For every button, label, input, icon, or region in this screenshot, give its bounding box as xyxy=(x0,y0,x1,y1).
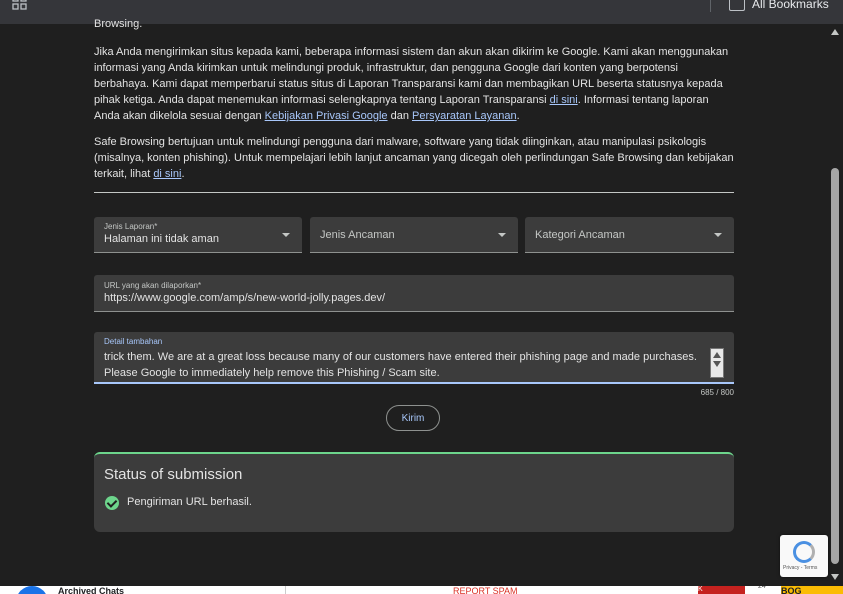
recaptcha-logo-icon xyxy=(793,541,815,563)
recaptcha-badge[interactable]: Privacy - Terms xyxy=(780,535,828,577)
check-circle-icon xyxy=(105,496,119,510)
url-input[interactable]: URL yang akan dilaporkan* https://www.go… xyxy=(94,275,734,312)
report-type-value: Halaman ini tidak aman xyxy=(104,233,219,245)
intro-cut-text: Browsing. xyxy=(94,18,143,30)
scroll-up-arrow-icon[interactable] xyxy=(831,29,839,35)
submit-button[interactable]: Kirim xyxy=(386,405,440,431)
report-page: Browsing. Jika Anda mengirimkan situs ke… xyxy=(0,18,843,586)
apps-grid-icon[interactable] xyxy=(12,0,28,12)
status-title: Status of submission xyxy=(104,466,243,483)
arrow-down-icon[interactable] xyxy=(713,361,721,367)
scroll-down-arrow-icon[interactable] xyxy=(831,574,839,580)
details-label: Detail tambahan xyxy=(104,337,163,346)
submission-status-card: Status of submission Pengiriman URL berh… xyxy=(94,452,734,532)
recaptcha-links[interactable]: Privacy - Terms xyxy=(783,565,817,571)
avatar xyxy=(16,586,48,594)
terms-of-service-link[interactable]: Persyaratan Layanan xyxy=(412,110,517,122)
privacy-paragraph: Jika Anda mengirimkan situs kepada kami,… xyxy=(94,46,729,122)
background-page-strip: Archived Chats REPORT SPAM K 24 BOG xyxy=(0,586,843,594)
red-badge: K xyxy=(698,586,745,594)
section-divider xyxy=(94,192,734,193)
transparency-report-link[interactable]: di sini xyxy=(550,94,578,106)
details-value: trick them. We are at a great loss becau… xyxy=(104,351,697,379)
divider xyxy=(285,586,286,594)
threat-type-placeholder: Jenis Ancaman xyxy=(320,229,395,241)
learn-more-link[interactable]: di sini xyxy=(153,168,181,180)
status-message: Pengiriman URL berhasil. xyxy=(127,496,252,508)
threat-category-placeholder: Kategori Ancaman xyxy=(535,229,625,241)
threat-category-select[interactable]: Kategori Ancaman xyxy=(525,217,734,253)
background-title: Archived Chats xyxy=(58,586,125,594)
toolbar-divider xyxy=(710,0,711,12)
character-counter: 685 / 800 xyxy=(700,388,734,397)
privacy-policy-link[interactable]: Kebijakan Privasi Google xyxy=(265,110,388,122)
report-type-label: Jenis Laporan* xyxy=(104,222,158,231)
dropdown-arrow-icon xyxy=(714,233,722,237)
report-spam-link[interactable]: REPORT SPAM xyxy=(453,586,518,594)
arrow-up-icon[interactable] xyxy=(713,352,721,358)
badge-number: 24 xyxy=(758,586,766,590)
dropdown-arrow-icon xyxy=(498,233,506,237)
url-label: URL yang akan dilaporkan* xyxy=(104,281,202,290)
textarea-scroll-spinner[interactable] xyxy=(710,348,724,378)
details-textarea[interactable]: Detail tambahan trick them. We are at a … xyxy=(94,332,734,384)
page-scrollbar[interactable] xyxy=(829,24,841,586)
report-type-select[interactable]: Jenis Laporan* Halaman ini tidak aman xyxy=(94,217,302,253)
safe-browsing-paragraph: Safe Browsing bertujuan untuk melindungi… xyxy=(94,136,734,180)
url-value: https://www.google.com/amp/s/new-world-j… xyxy=(104,292,386,304)
threat-type-select[interactable]: Jenis Ancaman xyxy=(310,217,518,253)
yellow-banner: BOG xyxy=(781,586,843,594)
scroll-thumb[interactable] xyxy=(831,168,839,564)
dropdown-arrow-icon xyxy=(282,233,290,237)
folder-icon xyxy=(729,0,745,11)
all-bookmarks-button[interactable]: All Bookmarks xyxy=(752,0,829,11)
